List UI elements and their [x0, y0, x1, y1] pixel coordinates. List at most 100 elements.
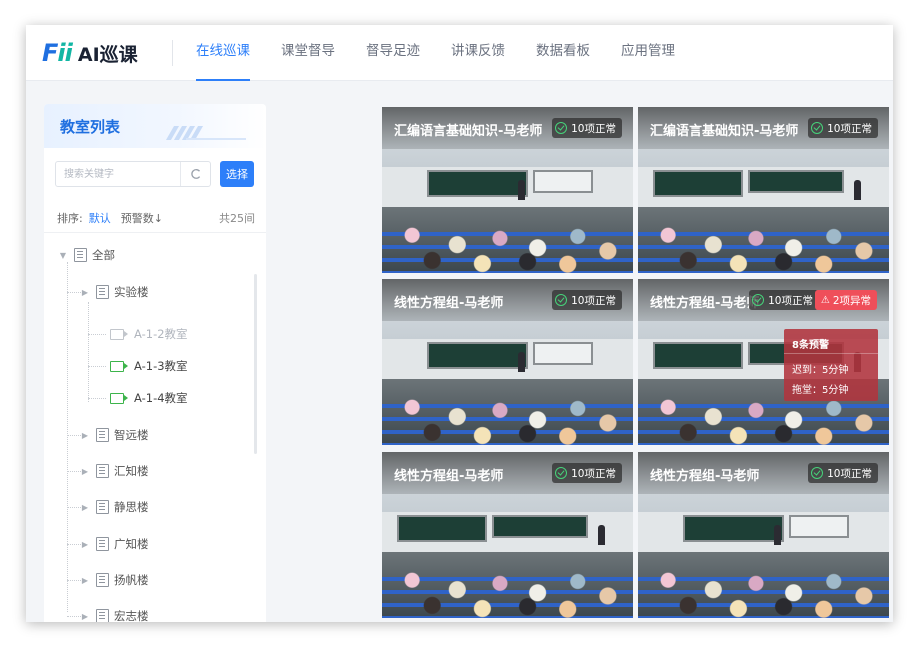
nav-online-patrol[interactable]: 在线巡课	[196, 25, 250, 81]
search-icon[interactable]	[180, 162, 210, 186]
video-tile[interactable]: 线性方程组-马老师 10项正常	[382, 452, 633, 618]
status-badge: 10项正常	[808, 463, 878, 483]
status-badge: 10项正常	[808, 118, 878, 138]
status-badge: 10项正常	[552, 463, 622, 483]
classroom-list-panel: 教室列表 选择 排序: 默认 预警数↓ 共25间	[44, 104, 266, 622]
building-icon	[74, 248, 87, 262]
status-badge: 10项正常	[552, 290, 622, 310]
tree-node-building[interactable]: ▶ 扬帆楼	[80, 570, 149, 590]
tree-guide	[88, 302, 89, 402]
building-icon	[96, 537, 109, 551]
tree-guide	[88, 366, 106, 367]
caret-right-icon[interactable]: ▶	[80, 612, 90, 621]
nav-app-management[interactable]: 应用管理	[621, 25, 675, 81]
tree-guide	[67, 616, 81, 617]
tree-node-room[interactable]: A-1-2教室	[110, 324, 188, 344]
alert-item: 迟到：5分钟	[792, 365, 849, 376]
tile-title: 线性方程组-马老师	[394, 469, 504, 484]
caret-right-icon[interactable]: ▶	[80, 503, 90, 512]
camera-offline-icon	[110, 328, 128, 340]
tree-node-all[interactable]: ▼ 全部	[58, 245, 115, 265]
divider	[44, 232, 266, 233]
caret-down-icon[interactable]: ▼	[58, 251, 68, 260]
tree-guide	[67, 292, 81, 293]
caret-right-icon[interactable]: ▶	[80, 576, 90, 585]
sort-default-option[interactable]: 默认	[89, 210, 111, 226]
tree-node-room[interactable]: A-1-3教室	[110, 356, 188, 376]
tile-title: 线性方程组-马老师	[394, 296, 504, 311]
tree-guide	[67, 507, 81, 508]
tree-guide	[67, 580, 81, 581]
tile-title: 线性方程组-马老师	[650, 296, 760, 311]
tile-title: 汇编语言基础知识-马老师	[394, 124, 543, 139]
camera-online-icon	[110, 392, 128, 404]
tree-node-label: 扬帆楼	[114, 573, 149, 587]
status-badge: 10项正常	[552, 118, 622, 138]
video-tile[interactable]: 线性方程组-马老师 10项正常	[382, 279, 633, 445]
building-icon	[96, 573, 109, 587]
app-window: Fii AI巡课 在线巡课 课堂督导 督导足迹 讲课反馈 数据看板 应用管理 教…	[26, 25, 893, 622]
video-tile[interactable]: 线性方程组-马老师 10项正常	[638, 452, 889, 618]
tree-guide	[67, 435, 81, 436]
tree-guide	[67, 471, 81, 472]
nav-lecture-feedback[interactable]: 讲课反馈	[451, 25, 505, 81]
building-icon	[96, 285, 109, 299]
caret-right-icon[interactable]: ▶	[80, 288, 90, 297]
divider	[172, 40, 173, 66]
tree-node-label: 汇知楼	[114, 464, 149, 478]
tree-node-label: A-1-3教室	[134, 359, 188, 373]
building-icon	[96, 609, 109, 622]
building-icon	[96, 464, 109, 478]
alert-popup: 8条预警 迟到：5分钟 拖堂：5分钟	[784, 329, 878, 401]
caret-right-icon[interactable]: ▶	[80, 540, 90, 549]
tree-node-label: 广知楼	[114, 537, 149, 551]
tree-node-label: A-1-2教室	[134, 327, 188, 341]
tile-title: 汇编语言基础知识-马老师	[650, 124, 799, 139]
caret-right-icon[interactable]: ▶	[80, 431, 90, 440]
top-bar: Fii AI巡课 在线巡课 课堂督导 督导足迹 讲课反馈 数据看板 应用管理	[26, 25, 893, 81]
video-tile[interactable]: 汇编语言基础知识-马老师 10项正常	[638, 107, 889, 273]
warning-icon: ⚠	[820, 294, 830, 306]
video-tile[interactable]: 汇编语言基础知识-马老师 10项正常	[382, 107, 633, 273]
divider	[784, 353, 878, 354]
camera-online-icon	[110, 360, 128, 372]
scrollbar[interactable]	[254, 274, 257, 454]
check-circle-icon	[555, 122, 568, 134]
tree-node-label: 实验楼	[114, 285, 149, 299]
tree-node-label: A-1-4教室	[134, 391, 188, 405]
check-circle-icon	[811, 122, 824, 134]
tree-node-building[interactable]: ▶ 智远楼	[80, 425, 149, 445]
caret-right-icon[interactable]: ▶	[80, 467, 90, 476]
tree-guide	[67, 544, 81, 545]
select-button[interactable]: 选择	[220, 161, 254, 187]
sort-label: 排序:	[57, 212, 83, 225]
nav-data-board[interactable]: 数据看板	[536, 25, 590, 81]
tree-node-building[interactable]: ▶ 宏志楼	[80, 606, 149, 622]
tree-node-room[interactable]: A-1-4教室	[110, 388, 188, 408]
search-input[interactable]	[56, 162, 180, 186]
tile-title: 线性方程组-马老师	[650, 469, 760, 484]
room-count: 共25间	[219, 212, 255, 225]
nav-supervision-footprint[interactable]: 督导足迹	[366, 25, 420, 81]
tree-node-label: 全部	[92, 248, 115, 262]
sort-alert-option[interactable]: 预警数↓	[121, 210, 163, 226]
video-tile[interactable]: 线性方程组-马老师 10项正常 ⚠ 2项异常 8条预警 迟到：5分钟 拖堂：5分钟	[638, 279, 889, 445]
error-badge[interactable]: ⚠ 2项异常	[814, 290, 877, 310]
tree-node-building[interactable]: ▶ 汇知楼	[80, 461, 149, 481]
tree-guide	[88, 334, 106, 335]
panel-header: 教室列表	[44, 104, 266, 148]
logo[interactable]: Fii AI巡课	[42, 38, 138, 68]
tree-node-building[interactable]: ▶ 实验楼	[80, 282, 149, 302]
check-circle-icon	[752, 294, 765, 306]
check-circle-icon	[811, 467, 824, 479]
app-name: AI巡课	[77, 43, 138, 66]
main-nav: 在线巡课 课堂督导 督导足迹 讲课反馈 数据看板 应用管理	[196, 25, 706, 81]
tree-guide	[88, 398, 106, 399]
alert-item: 拖堂：5分钟	[792, 385, 849, 396]
header-decoration	[156, 126, 246, 140]
nav-classroom-supervision[interactable]: 课堂督导	[281, 25, 335, 81]
tree-node-label: 智远楼	[114, 428, 149, 442]
tree-node-building[interactable]: ▶ 广知楼	[80, 534, 149, 554]
tree-node-label: 静思楼	[114, 500, 149, 514]
tree-node-building[interactable]: ▶ 静思楼	[80, 497, 149, 517]
